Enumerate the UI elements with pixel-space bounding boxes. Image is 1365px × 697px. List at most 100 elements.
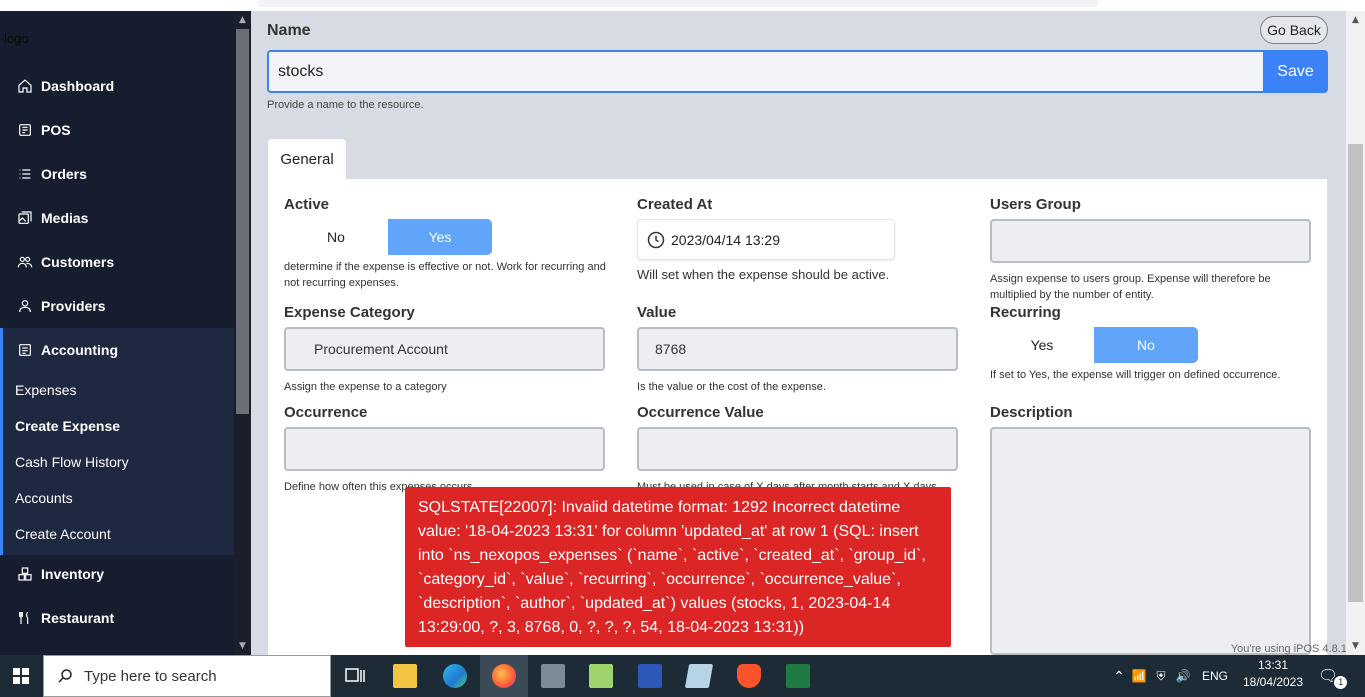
notification-center-icon[interactable]: 🗨 1	[1318, 655, 1348, 697]
sidebar-subitem-create-expense[interactable]: Create Expense	[15, 418, 120, 434]
sidebar-item-label: Orders	[41, 166, 87, 182]
excel-icon[interactable]	[774, 655, 822, 697]
occurrence-value-label: Occurrence Value	[637, 404, 764, 421]
page-scroll-thumb[interactable]	[1348, 144, 1363, 602]
name-help-text: Provide a name to the resource.	[267, 99, 424, 111]
value-help-text: Is the value or the cost of the expense.	[637, 381, 826, 393]
occurrence-label: Occurrence	[284, 404, 368, 421]
active-yes-option[interactable]: Yes	[388, 219, 492, 255]
task-view-icon[interactable]	[331, 655, 379, 697]
sidebar-item-restaurant[interactable]: Restaurant	[0, 596, 234, 640]
windows-start-button[interactable]	[0, 655, 42, 697]
file-explorer-icon[interactable]	[381, 655, 429, 697]
version-text: You're using iPOS 4.8.17	[1230, 643, 1353, 655]
clock-icon	[647, 231, 665, 248]
user-icon	[16, 297, 34, 315]
system-tray: ⌃ 📶 ⛨ 🔊 ENG	[1110, 655, 1228, 697]
chevron-up-icon[interactable]: ⌃	[1110, 668, 1128, 685]
volume-icon[interactable]: 🔊	[1172, 669, 1194, 683]
active-toggle: No Yes	[284, 219, 492, 255]
sidebar-item-medias[interactable]: Medias	[0, 196, 234, 240]
users-group-help-text: Assign expense to users group. Expense w…	[990, 273, 1271, 301]
error-toast[interactable]: SQLSTATE[22007]: Invalid datetime format…	[405, 487, 951, 647]
active-label: Active	[284, 196, 330, 213]
images-icon	[16, 209, 34, 227]
occurrence-value-input[interactable]	[637, 427, 958, 471]
sidebar-subitem-expenses[interactable]: Expenses	[15, 382, 76, 398]
home-icon	[16, 77, 34, 95]
security-shield-icon[interactable]: ⛨	[1150, 669, 1172, 684]
logo: logo	[4, 31, 29, 46]
sidebar-subitem-cash-flow-history[interactable]: Cash Flow History	[15, 454, 129, 470]
scroll-up-icon[interactable]: ▲	[1346, 13, 1365, 27]
name-input[interactable]: stocks	[267, 50, 1264, 93]
edge-icon[interactable]	[431, 655, 479, 697]
sidebar-item-label: Restaurant	[41, 610, 115, 626]
sidebar-item-label: Accounting	[41, 342, 118, 358]
notification-badge: 1	[1334, 675, 1348, 689]
sidebar-item-dashboard[interactable]: Dashboard	[0, 64, 234, 108]
scroll-up-icon[interactable]: ▲	[234, 13, 251, 27]
calculator-icon[interactable]	[529, 655, 577, 697]
sidebar: logo Dashboard POS Orders Medias Custome…	[0, 11, 234, 655]
sidebar-item-label: Inventory	[41, 566, 105, 582]
scroll-down-icon[interactable]: ▼	[234, 639, 251, 653]
created-at-help-text: Will set when the expense should be acti…	[637, 267, 890, 282]
clock-time: 13:31	[1257, 658, 1289, 672]
sidebar-item-providers[interactable]: Providers	[0, 284, 234, 328]
taskbar-search-input[interactable]: Type here to search	[43, 655, 331, 697]
sidebar-item-orders[interactable]: Orders	[0, 152, 234, 196]
sidebar-item-pos[interactable]: POS	[0, 108, 234, 152]
recurring-yes-option[interactable]: Yes	[990, 327, 1094, 363]
value-input[interactable]: 8768	[637, 327, 958, 371]
description-textarea[interactable]	[990, 427, 1311, 655]
expense-category-select[interactable]: Procurement Account	[284, 327, 605, 371]
go-back-button[interactable]: Go Back	[1260, 16, 1328, 44]
active-help-text: determine if the expense is effective or…	[284, 261, 606, 289]
created-at-value: 2023/04/14 13:29	[671, 231, 780, 248]
sidebar-item-label: Medias	[41, 210, 89, 226]
top-input-strip	[258, 0, 1098, 7]
taskbar-clock[interactable]: 13:31 18/04/2023	[1240, 657, 1306, 691]
save-button[interactable]: Save	[1263, 50, 1328, 93]
sidebar-item-label: Providers	[41, 298, 106, 314]
occurrence-select[interactable]	[284, 427, 605, 471]
recurring-no-option[interactable]: No	[1094, 327, 1198, 363]
sidebar-item-inventory[interactable]: Inventory	[0, 552, 234, 596]
brave-icon[interactable]	[725, 655, 773, 697]
page-scrollbar[interactable]: ▲ ▼	[1346, 11, 1365, 655]
accounting-group: Accounting Expenses Create Expense Cash …	[0, 328, 234, 555]
created-at-datepicker[interactable]: 2023/04/14 13:29	[637, 219, 895, 260]
pos-icon	[16, 121, 34, 139]
sidebar-item-label: Dashboard	[41, 78, 115, 94]
expense-category-label: Expense Category	[284, 304, 415, 321]
utensils-icon	[16, 609, 34, 627]
scroll-down-icon[interactable]: ▼	[1346, 639, 1365, 653]
active-no-option[interactable]: No	[284, 219, 388, 255]
powershell-icon[interactable]	[626, 655, 674, 697]
sidebar-item-accounting[interactable]: Accounting	[0, 328, 234, 372]
firefox-icon[interactable]	[480, 655, 528, 697]
recurring-help-text: If set to Yes, the expense will trigger …	[990, 369, 1281, 381]
search-icon	[58, 669, 72, 683]
sidebar-item-label: Customers	[41, 254, 115, 270]
sidebar-scrollbar[interactable]: ▲ ▼	[234, 11, 251, 655]
windows-taskbar: Type here to search ⌃ 📶 ⛨ 🔊 ENG 13:31 18…	[0, 655, 1365, 697]
sidebar-subitem-accounts[interactable]: Accounts	[15, 490, 73, 506]
expense-category-help-text: Assign the expense to a category	[284, 381, 447, 393]
tab-general[interactable]: General	[268, 139, 346, 179]
language-indicator[interactable]: ENG	[1202, 669, 1228, 683]
sidebar-item-customers[interactable]: Customers	[0, 240, 234, 284]
app-icon[interactable]	[675, 655, 723, 697]
sidebar-scroll-thumb[interactable]	[236, 29, 249, 414]
network-icon[interactable]: 📶	[1128, 669, 1150, 683]
users-group-select[interactable]	[990, 219, 1311, 263]
notepad-icon[interactable]	[577, 655, 625, 697]
users-icon	[16, 253, 34, 271]
created-at-label: Created At	[637, 196, 713, 213]
recurring-toggle: Yes No	[990, 327, 1198, 363]
recurring-label: Recurring	[990, 304, 1061, 321]
ledger-icon	[16, 341, 34, 359]
sidebar-subitem-create-account[interactable]: Create Account	[15, 526, 111, 542]
boxes-icon	[16, 565, 34, 583]
